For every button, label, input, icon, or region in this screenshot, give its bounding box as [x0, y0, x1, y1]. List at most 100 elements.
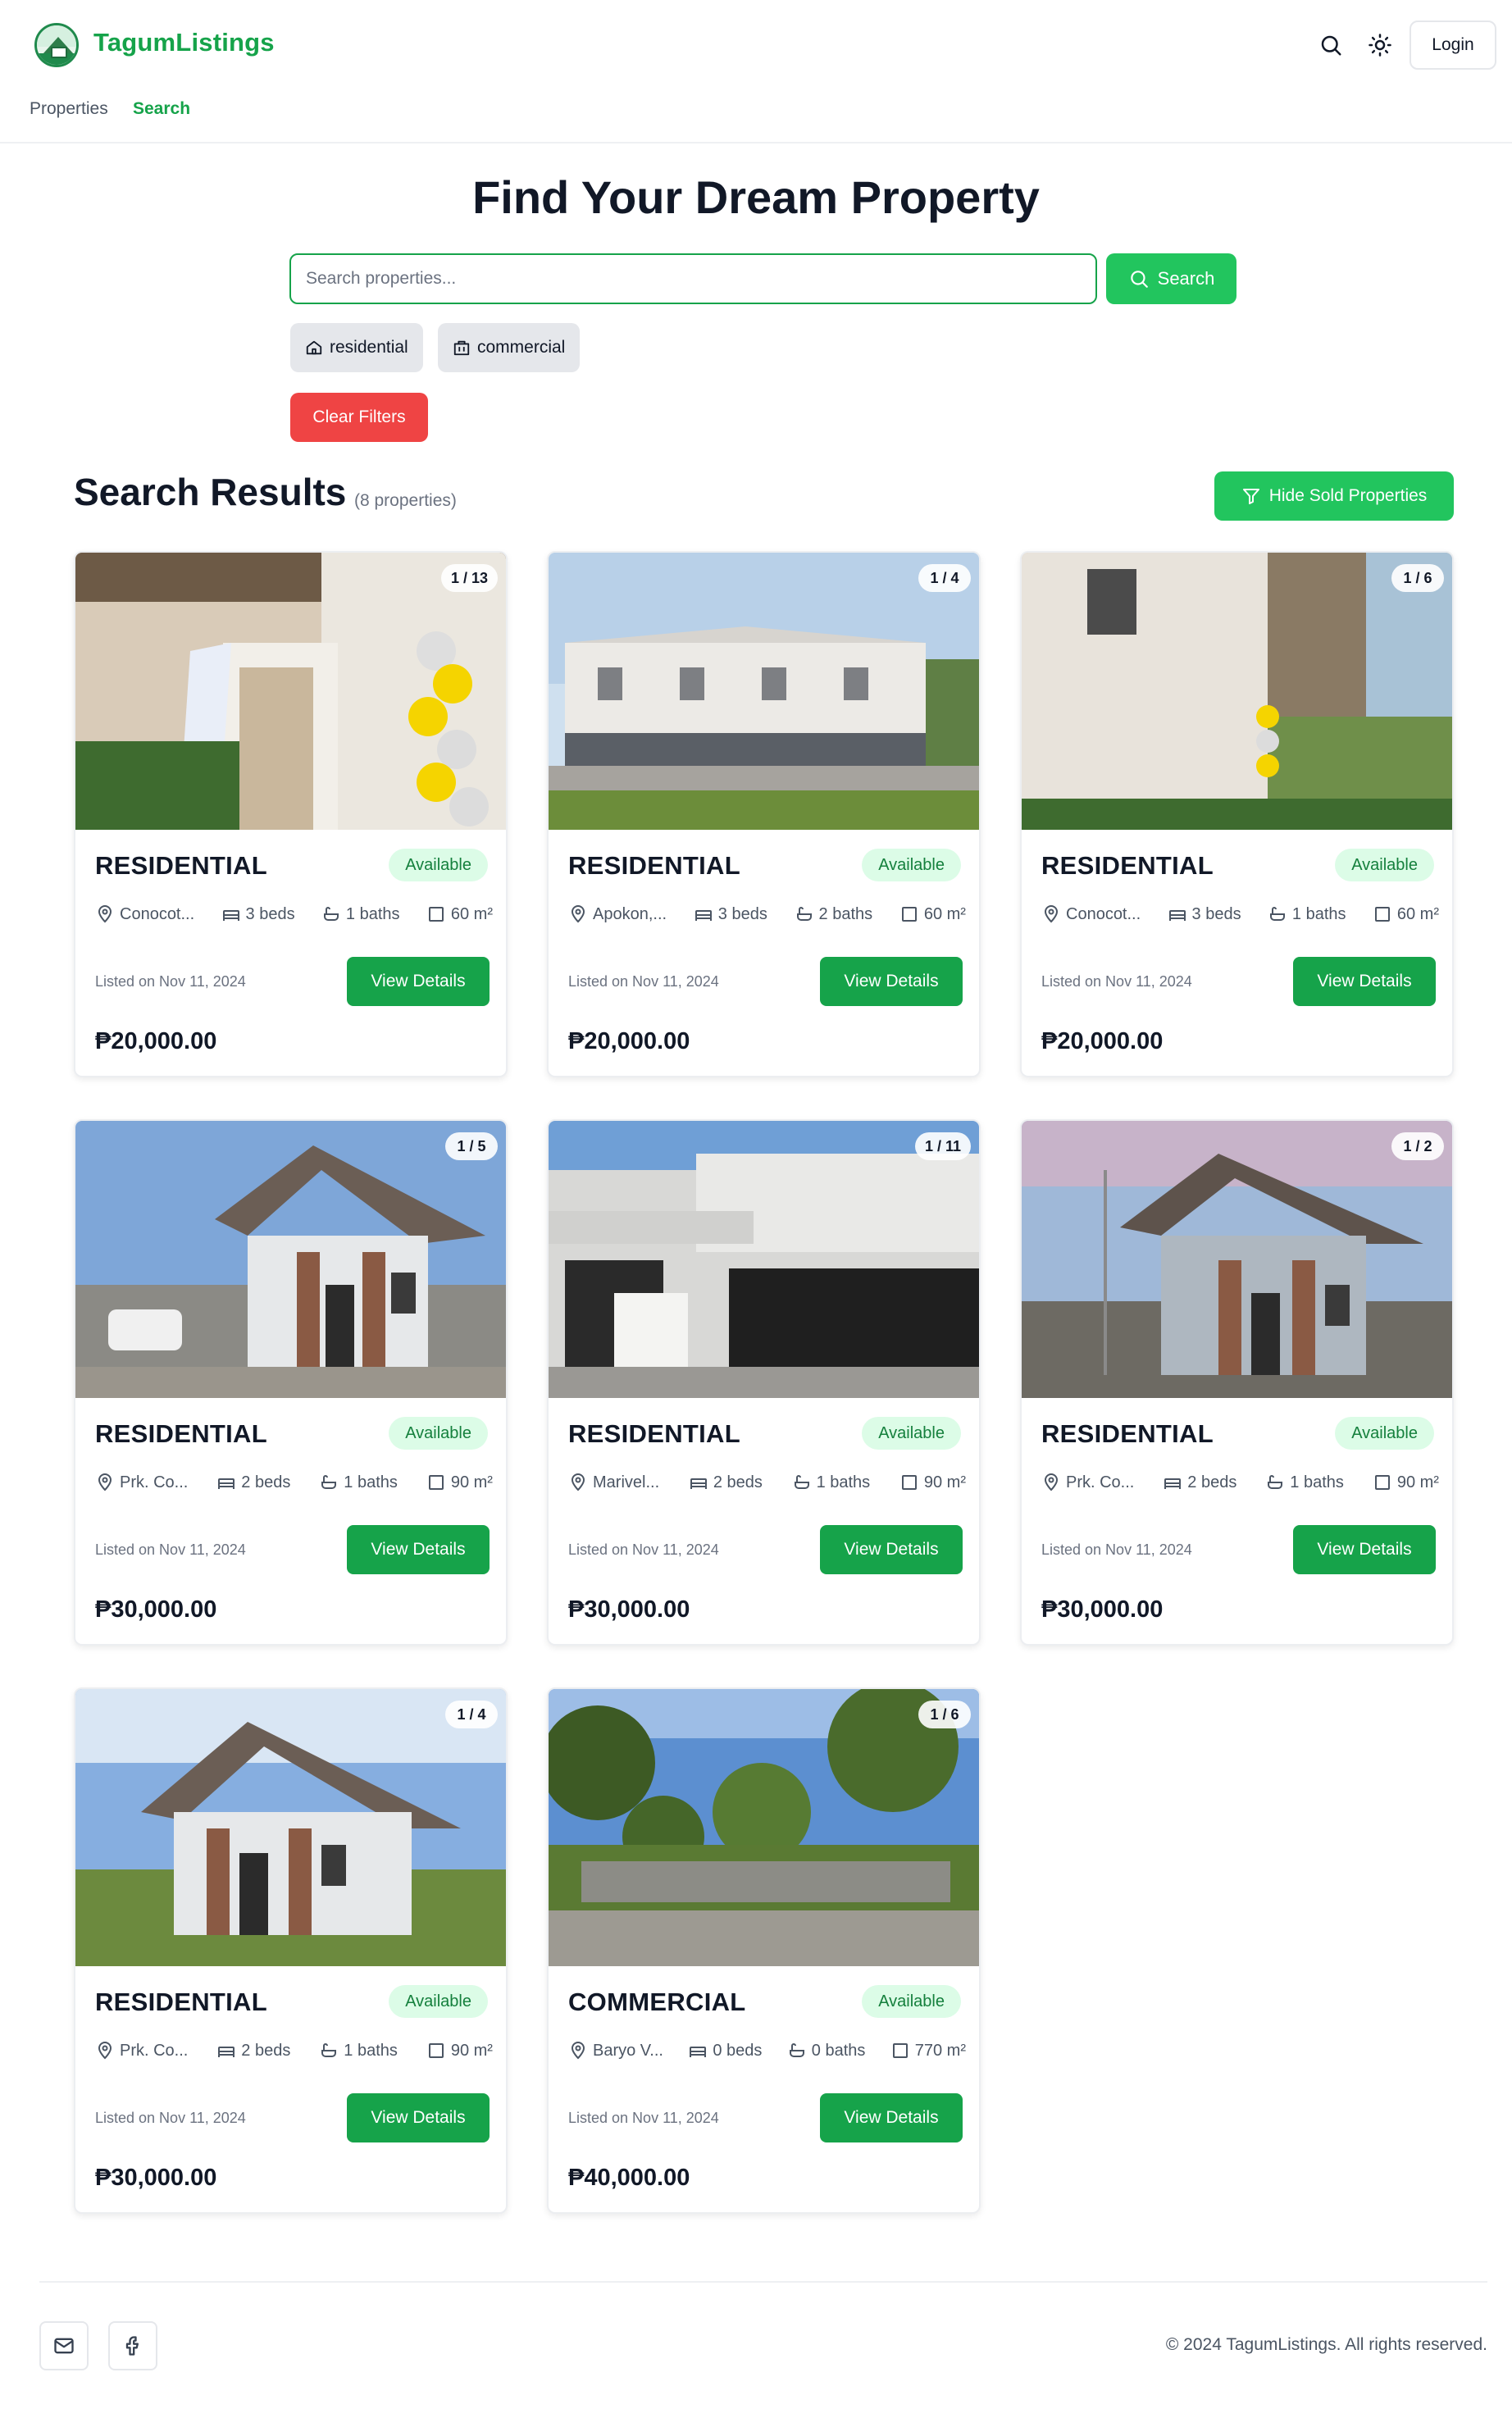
- listed-date: Listed on Nov 11, 2024: [568, 1541, 719, 1558]
- location-icon: [1044, 1473, 1059, 1491]
- hide-sold-button[interactable]: Hide Sold Properties: [1214, 471, 1454, 521]
- property-beds: 2 beds: [713, 1473, 763, 1491]
- property-price: ₱30,000.00: [95, 1596, 217, 1623]
- search-button[interactable]: Search: [1106, 253, 1236, 304]
- property-area: 60 m²: [923, 904, 966, 923]
- bath-icon: [1269, 907, 1285, 921]
- bath-icon: [1268, 1475, 1283, 1489]
- property-baths: 0 baths: [811, 2041, 866, 2060]
- view-details-button[interactable]: View Details: [1293, 1525, 1436, 1574]
- property-type: RESIDENTIAL: [568, 1419, 740, 1448]
- property-beds: 2 beds: [1187, 1473, 1237, 1491]
- hide-sold-label: Hide Sold Properties: [1268, 486, 1428, 505]
- property-price: ₱30,000.00: [568, 1596, 690, 1623]
- login-button[interactable]: Login: [1410, 20, 1496, 70]
- view-details-button[interactable]: View Details: [820, 2093, 963, 2142]
- photo-counter: 1 / 6: [918, 1701, 971, 1728]
- property-card: 1 / 13 RESIDENTIAL Available Conocot... …: [74, 551, 508, 1077]
- listed-date: Listed on Nov 11, 2024: [95, 973, 246, 990]
- filter-commercial[interactable]: commercial: [438, 323, 581, 372]
- property-meta: Prk. Co... 2 beds 1 baths 90 m²: [1041, 1468, 1439, 1496]
- property-price: ₱20,000.00: [95, 1028, 217, 1054]
- search-input[interactable]: [289, 253, 1097, 304]
- facebook-icon[interactable]: [108, 2321, 157, 2370]
- area-icon: [428, 1475, 444, 1490]
- bed-icon: [218, 1478, 235, 1489]
- property-meta: Prk. Co... 2 beds 1 baths 90 m²: [95, 1468, 493, 1496]
- property-photo[interactable]: 1 / 6: [1022, 553, 1452, 830]
- listed-date: Listed on Nov 11, 2024: [568, 2110, 719, 2126]
- property-baths: 1 baths: [1291, 904, 1346, 923]
- area-icon: [428, 907, 444, 922]
- view-details-button[interactable]: View Details: [1293, 957, 1436, 1006]
- property-location: Conocot...: [120, 904, 195, 923]
- bath-icon: [323, 907, 339, 921]
- logo-icon[interactable]: [34, 23, 79, 67]
- property-area: 90 m²: [450, 2041, 493, 2060]
- status-badge: Available: [1335, 849, 1434, 881]
- property-photo[interactable]: 1 / 4: [549, 553, 979, 830]
- filter-residential[interactable]: residential: [290, 323, 423, 372]
- location-icon: [571, 905, 585, 923]
- nav-properties[interactable]: Properties: [30, 99, 108, 119]
- photo-counter: 1 / 13: [440, 564, 498, 592]
- property-price: ₱40,000.00: [568, 2165, 690, 2191]
- property-photo[interactable]: 1 / 11: [549, 1121, 979, 1398]
- copyright-text: © 2024 TagumListings. All rights reserve…: [1165, 2335, 1487, 2354]
- bed-icon: [1168, 910, 1186, 921]
- photo-counter: 1 / 4: [445, 1701, 498, 1728]
- property-type: RESIDENTIAL: [1041, 851, 1214, 880]
- property-photo[interactable]: 1 / 2: [1022, 1121, 1452, 1398]
- listed-date: Listed on Nov 11, 2024: [95, 1541, 246, 1558]
- clear-filters-button[interactable]: Clear Filters: [290, 393, 428, 442]
- property-area: 770 m²: [914, 2041, 966, 2060]
- property-type: COMMERCIAL: [568, 1988, 746, 2016]
- view-details-button[interactable]: View Details: [347, 1525, 490, 1574]
- results-title: Search Results: [74, 471, 347, 513]
- search-icon[interactable]: [1312, 26, 1350, 64]
- brand-name[interactable]: TagumListings: [93, 28, 275, 57]
- view-details-button[interactable]: View Details: [820, 1525, 963, 1574]
- view-details-button[interactable]: View Details: [820, 957, 963, 1006]
- property-type: RESIDENTIAL: [95, 1419, 267, 1448]
- property-baths: 1 baths: [345, 904, 400, 923]
- view-details-button[interactable]: View Details: [347, 2093, 490, 2142]
- property-photo[interactable]: 1 / 5: [75, 1121, 506, 1398]
- property-photo[interactable]: 1 / 6: [549, 1689, 979, 1966]
- property-location: Conocot...: [1066, 904, 1141, 923]
- mail-icon[interactable]: [39, 2321, 89, 2370]
- building-icon: [453, 340, 470, 356]
- property-card: 1 / 6 RESIDENTIAL Available Conocot... 3…: [1020, 551, 1454, 1077]
- area-icon: [1374, 1475, 1390, 1490]
- property-baths: 1 baths: [1290, 1473, 1344, 1491]
- property-card: 1 / 2 RESIDENTIAL Available Prk. Co... 2…: [1020, 1119, 1454, 1646]
- property-type: RESIDENTIAL: [95, 851, 267, 880]
- bath-icon: [321, 1475, 337, 1489]
- status-badge: Available: [862, 1985, 961, 2018]
- property-meta: Conocot... 3 beds 1 baths 60 m²: [95, 900, 493, 928]
- nav-search[interactable]: Search: [133, 99, 190, 119]
- view-details-button[interactable]: View Details: [347, 957, 490, 1006]
- property-type: RESIDENTIAL: [1041, 1419, 1214, 1448]
- property-meta: Baryo V... 0 beds 0 baths 770 m²: [568, 2037, 966, 2065]
- bath-icon: [796, 907, 812, 921]
- area-icon: [892, 2043, 908, 2058]
- property-area: 90 m²: [923, 1473, 966, 1491]
- bed-icon: [695, 910, 712, 921]
- property-location: Marivel...: [593, 1473, 660, 1491]
- property-photo[interactable]: 1 / 4: [75, 1689, 506, 1966]
- property-photo[interactable]: 1 / 13: [75, 553, 506, 830]
- property-area: 60 m²: [1396, 904, 1439, 923]
- property-baths: 1 baths: [344, 2041, 398, 2060]
- property-baths: 2 baths: [818, 904, 873, 923]
- bed-icon: [690, 2047, 707, 2057]
- property-price: ₱20,000.00: [1041, 1028, 1164, 1054]
- status-badge: Available: [389, 849, 488, 881]
- sun-icon[interactable]: [1361, 26, 1399, 64]
- area-icon: [901, 907, 917, 922]
- listed-date: Listed on Nov 11, 2024: [1041, 973, 1192, 990]
- property-baths: 1 baths: [816, 1473, 871, 1491]
- property-type: RESIDENTIAL: [95, 1988, 267, 2016]
- results-count: (8 properties): [354, 491, 457, 510]
- area-icon: [901, 1475, 917, 1490]
